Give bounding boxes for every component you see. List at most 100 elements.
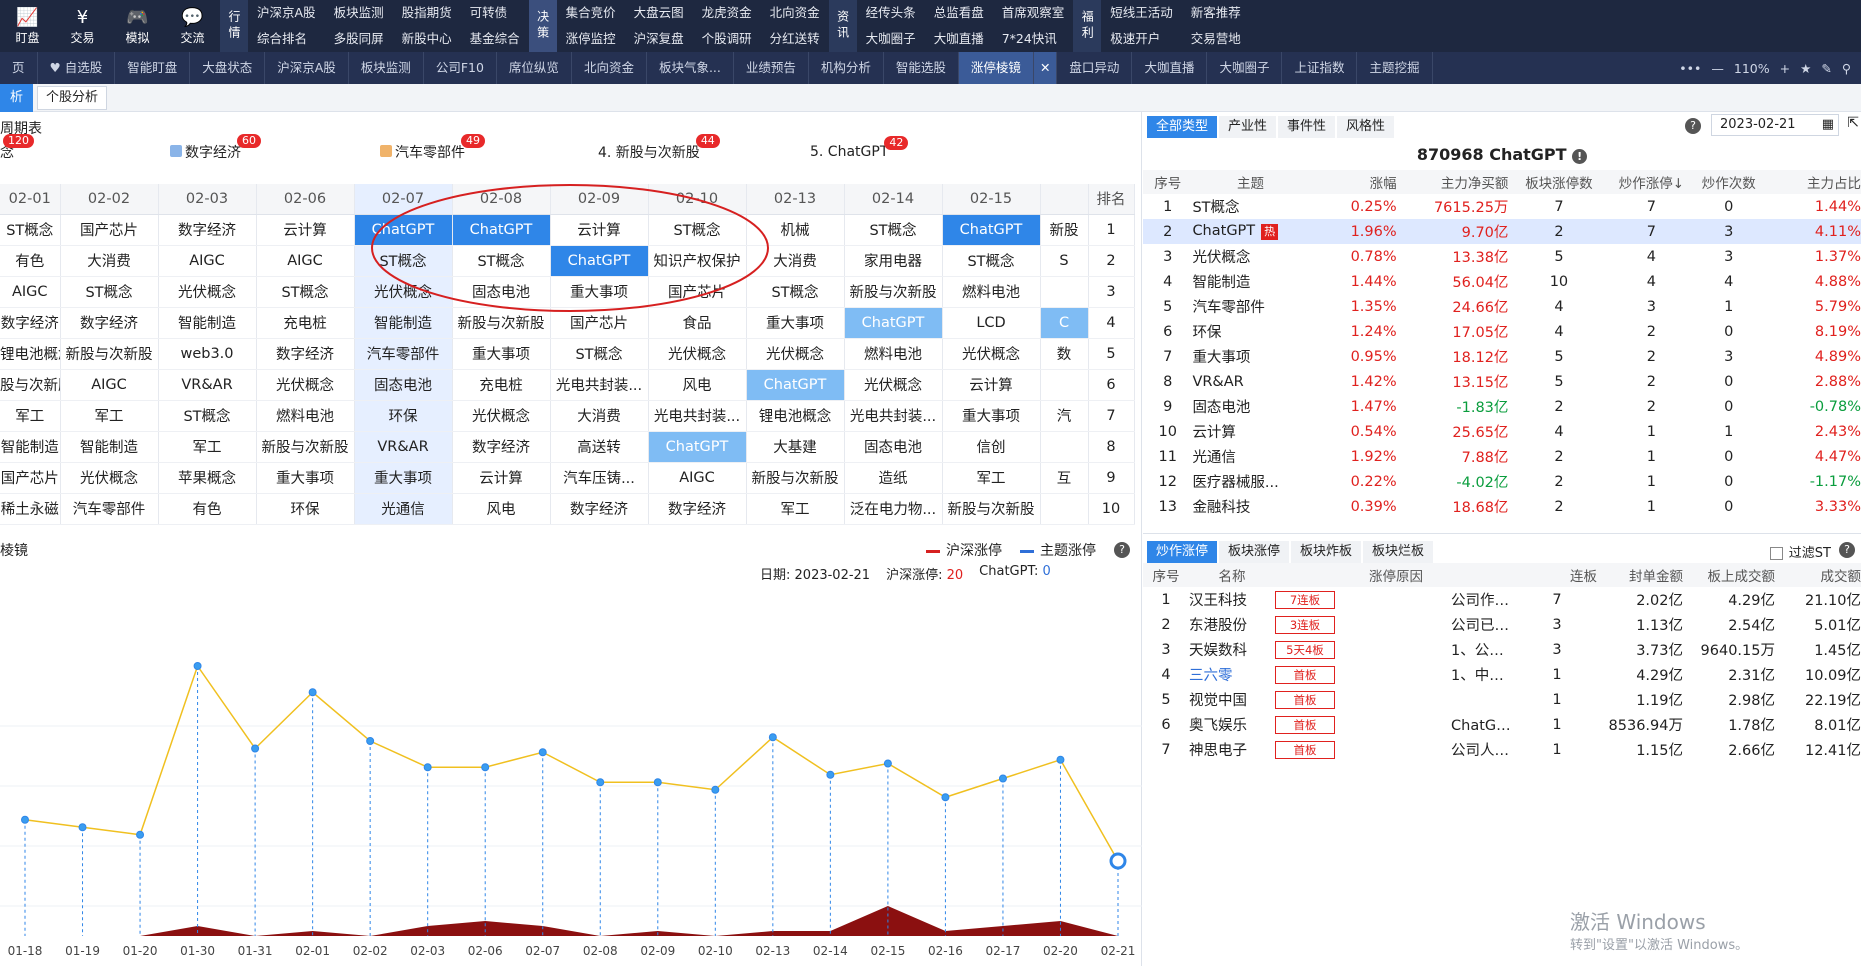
theme-row[interactable]: 3 光伏概念 0.78% 13.38亿 5 4 3 1.37%	[1143, 244, 1861, 269]
theme-rank-item[interactable]: 汽车零部件 49	[380, 134, 485, 162]
theme-row[interactable]: 11 光通信 1.92% 7.88亿 2 1 0 4.47%	[1143, 444, 1861, 469]
cycle-cell[interactable]: ST概念	[0, 214, 61, 246]
theme-header[interactable]: 序号	[1143, 170, 1193, 194]
cycle-cell[interactable]: 3	[1088, 276, 1135, 308]
tab-stock-analysis[interactable]: 个股分析	[37, 85, 108, 110]
cycle-cell[interactable]: 固态电池	[452, 276, 551, 308]
topbar-menu-item[interactable]: 分红送转	[761, 26, 829, 52]
cycle-cell[interactable]: ChatGPT	[452, 214, 551, 246]
data-point[interactable]	[251, 744, 260, 753]
type-tab[interactable]: 事件性	[1278, 116, 1336, 138]
data-point[interactable]	[193, 662, 202, 670]
stock-row[interactable]: 5 视觉中国 首板 1 1.19亿 2.98亿 22.19亿	[1143, 687, 1861, 712]
topbar-menu-item[interactable]: 总监看盘	[925, 0, 993, 26]
cycle-cell[interactable]: 数	[1040, 338, 1089, 370]
cycle-cell[interactable]: 风电	[648, 369, 747, 401]
theme-header[interactable]: 主力占比	[1764, 170, 1861, 194]
cycle-cell[interactable]: 重大事项	[354, 462, 453, 494]
topbar-yen-button[interactable]: ¥ 交易	[55, 0, 110, 52]
cycle-cell[interactable]: 云计算	[942, 369, 1041, 401]
cycle-cell[interactable]: 股与次新股	[0, 369, 61, 401]
topbar-menu-item[interactable]: 股指期货	[393, 0, 461, 26]
help-icon[interactable]: ?	[1114, 542, 1130, 558]
cycle-cell[interactable]: 5	[1088, 338, 1135, 370]
cycle-cell[interactable]: 风电	[452, 493, 551, 525]
cycle-cell[interactable]: 军工	[746, 493, 845, 525]
cycle-cell[interactable]: 光电共封装...	[550, 369, 649, 401]
stock-header[interactable]: 涨停原因	[1275, 563, 1517, 587]
theme-row[interactable]: 4 智能制造 1.44% 56.04亿 10 4 4 4.88%	[1143, 269, 1861, 294]
cycle-cell[interactable]: ST概念	[844, 214, 943, 246]
topbar-chart-button[interactable]: 📈 盯盘	[0, 0, 55, 52]
cycle-cell[interactable]: 汽车压铸...	[550, 462, 649, 494]
cycle-cell[interactable]: 数字经济	[158, 214, 257, 246]
close-icon[interactable]: ✕	[1033, 52, 1058, 84]
cycle-cell[interactable]: 新股与次新股	[844, 276, 943, 308]
tab-item[interactable]: 大咖圈子	[1207, 52, 1283, 84]
zoom-in-icon[interactable]: +	[1780, 61, 1790, 76]
tab-item[interactable]: 业绩预告	[734, 52, 809, 84]
data-point[interactable]	[78, 823, 87, 832]
cycle-cell[interactable]: 数字经济	[256, 338, 355, 370]
cycle-cell[interactable]: 智能制造	[0, 431, 61, 463]
cycle-cell[interactable]: AIGC	[158, 245, 257, 277]
data-point[interactable]	[941, 793, 950, 802]
limit-tab[interactable]: 炒作涨停	[1147, 541, 1218, 563]
tab-item[interactable]: 大咖直播	[1132, 52, 1208, 84]
tab-item[interactable]: 智能选股	[884, 52, 959, 84]
cycle-cell[interactable]: 数字经济	[452, 431, 551, 463]
cycle-cell[interactable]: VR&AR	[354, 431, 453, 463]
topbar-menu-item[interactable]: 板块监测	[325, 0, 393, 26]
limit-tab[interactable]: 板块烂板	[1363, 541, 1434, 563]
cycle-cell[interactable]: ST概念	[746, 276, 845, 308]
cycle-cell[interactable]: 光伏概念	[256, 369, 355, 401]
cycle-cell[interactable]: 燃料电池	[256, 400, 355, 432]
cycle-cell[interactable]: 汽	[1040, 400, 1089, 432]
cycle-cell[interactable]: 大消费	[60, 245, 159, 277]
cycle-header[interactable]: 02-06	[256, 184, 355, 215]
data-point[interactable]	[423, 763, 432, 772]
stock-row[interactable]: 4 三六零 首板 1、中国最大的互联网... 1 4.29亿 2.31亿 10.09亿	[1143, 662, 1861, 687]
type-tab[interactable]: 风格性	[1337, 116, 1395, 138]
cycle-cell[interactable]: 7	[1088, 400, 1135, 432]
stock-row[interactable]: 1 汉王科技 7连板 公司作为人工智能领... 7 2.02亿 4.29亿 21.10亿	[1143, 587, 1861, 612]
theme-header[interactable]: 板块涨停数	[1508, 170, 1610, 194]
cycle-cell[interactable]: 国产芯片	[0, 462, 61, 494]
topbar-category[interactable]: 资讯	[828, 0, 857, 52]
cycle-header[interactable]: 02-08	[452, 184, 551, 215]
cycle-cell[interactable]: LCD	[942, 307, 1041, 339]
theme-header[interactable]: 炒作涨停↓	[1609, 170, 1694, 194]
cycle-cell[interactable]: 燃料电池	[942, 276, 1041, 308]
theme-header[interactable]: 炒作次数	[1693, 170, 1765, 194]
cycle-cell[interactable]: 智能制造	[60, 431, 159, 463]
topbar-menu-item[interactable]: 涨停监控	[557, 26, 625, 52]
cycle-cell[interactable]: 光伏概念	[942, 338, 1041, 370]
tab-item[interactable]: 北向资金	[572, 52, 647, 84]
cycle-cell[interactable]: 智能制造	[158, 307, 257, 339]
theme-row[interactable]: 8 VR&AR 1.42% 13.15亿 5 2 0 2.88%	[1143, 369, 1861, 394]
topbar-menu-item[interactable]: 可转债	[461, 0, 529, 26]
cycle-cell[interactable]: 重大事项	[942, 400, 1041, 432]
cycle-cell[interactable]: 云计算	[256, 214, 355, 246]
date-picker[interactable]: 2023-02-21 ▦	[1711, 114, 1839, 136]
tab-item[interactable]: 涨停棱镜	[958, 52, 1034, 84]
cycle-cell[interactable]: ST概念	[942, 245, 1041, 277]
cycle-cell[interactable]: 泛在电力物...	[844, 493, 943, 525]
cycle-cell[interactable]: AIGC	[256, 245, 355, 277]
topbar-menu-item[interactable]: 大咖圈子	[857, 26, 925, 52]
cycle-cell[interactable]: ChatGPT	[746, 369, 845, 401]
cycle-cell[interactable]: 新股与次新股	[942, 493, 1041, 525]
cycle-cell[interactable]: 国产芯片	[60, 214, 159, 246]
cycle-cell[interactable]: 重大事项	[550, 276, 649, 308]
data-point[interactable]	[136, 830, 145, 839]
topbar-menu-item[interactable]: 交易营地	[1182, 26, 1250, 52]
cycle-cell[interactable]: ChatGPT	[648, 431, 747, 463]
cycle-cell[interactable]: 数字经济	[0, 307, 61, 339]
cycle-cell[interactable]: 6	[1088, 369, 1135, 401]
data-point[interactable]	[308, 688, 317, 697]
cycle-cell[interactable]	[1040, 369, 1089, 401]
data-point[interactable]	[1109, 852, 1127, 870]
cycle-cell[interactable]: 食品	[648, 307, 747, 339]
cycle-cell[interactable]: 光伏概念	[60, 462, 159, 494]
stock-header[interactable]: 连板	[1517, 563, 1597, 587]
